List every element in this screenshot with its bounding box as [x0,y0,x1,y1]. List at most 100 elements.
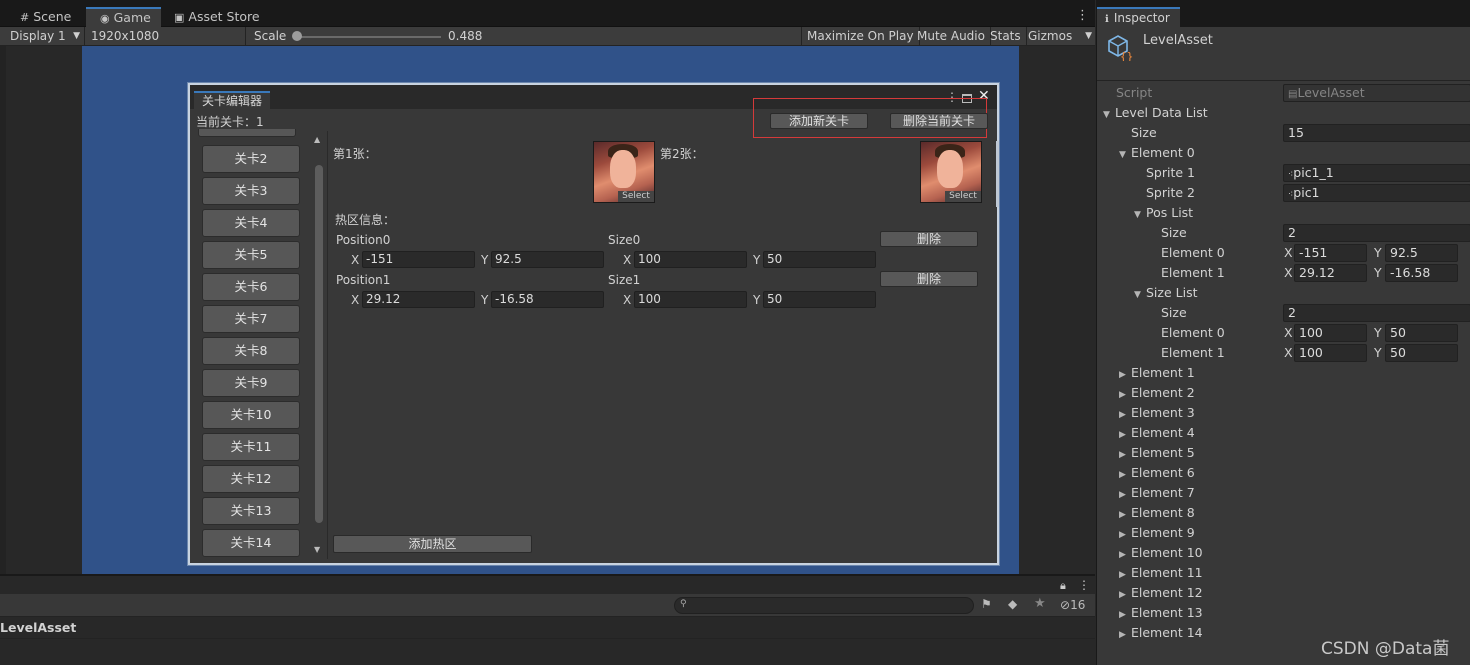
sprite2-field[interactable]: ⁖pic1 [1283,184,1470,202]
pos-element1-x-field[interactable]: 29.12 [1294,264,1367,282]
level-button[interactable]: 关卡5 [202,241,300,269]
level-button[interactable]: 关卡13 [202,497,300,525]
grid-icon: # [20,11,30,24]
position1-y-field[interactable]: -16.58 [491,291,604,308]
stats-toggle[interactable]: Stats [985,27,1027,46]
y-label: Y [1374,265,1382,280]
size1-x-field[interactable]: 100 [634,291,747,308]
pos-list-foldout[interactable]: ▼ Pos List [1134,203,1193,223]
level-button[interactable]: 关卡2 [202,145,300,173]
scroll-up-icon[interactable]: ▲ [314,135,320,144]
level-button[interactable]: 关卡3 [202,177,300,205]
tab-scene[interactable]: # Scene [6,7,81,27]
mute-audio-toggle[interactable]: Mute Audio [912,27,991,46]
y-label: Y [481,253,489,267]
tab-asset-store[interactable]: ▣ Asset Store [160,7,270,27]
collapsed-arrow-icon: ▶ [1119,510,1126,520]
inspector-panel: ℹ Inspector {} LevelAsset Script ▤LevelAs… [1096,0,1470,665]
left-edge [0,46,6,574]
maximize-on-play-toggle[interactable]: Maximize On Play [801,27,920,46]
scale-slider-handle[interactable] [292,31,302,41]
scale-slider-track[interactable] [294,36,441,38]
sprite1-thumbnail[interactable]: Select [593,141,655,203]
tab-game[interactable]: ◉ Game [86,7,161,27]
element-foldout[interactable]: ▶ Element 13 [1119,603,1203,623]
element-foldout[interactable]: ▶ Element 9 [1119,523,1195,543]
pos-element0-label: Element 0 [1161,245,1225,260]
position1-x-field[interactable]: 29.12 [362,291,475,308]
delete-hotspot-button[interactable]: 删除 [880,231,978,247]
size-list-foldout[interactable]: ▼ Size List [1134,283,1197,303]
position0-y-field[interactable]: 92.5 [491,251,604,268]
level-button-partial[interactable] [198,129,296,137]
panel-menu-icon[interactable]: ⋮ [1078,578,1090,592]
pos-element0-x-field[interactable]: -151 [1294,244,1367,262]
element-foldout[interactable]: ▶ Element 11 [1119,563,1203,583]
face [610,150,636,188]
delete-level-button[interactable]: 删除当前关卡 [890,113,988,129]
sprite2-thumbnail[interactable]: Select [920,141,982,203]
level-button[interactable]: 关卡9 [202,369,300,397]
add-level-button[interactable]: 添加新关卡 [770,113,868,129]
scroll-down-icon[interactable]: ▼ [314,545,320,554]
hotspot-label: 热区信息： [335,213,396,227]
size-list-size-field[interactable]: 2 [1283,304,1470,322]
size-element0-x-field[interactable]: 100 [1294,324,1367,342]
tag-icon[interactable]: ◆ [1008,597,1017,611]
element-foldout[interactable]: ▶ Element 5 [1119,443,1195,463]
window-tab[interactable]: 关卡编辑器 [194,91,271,109]
x-label: X [1284,325,1293,340]
element-foldout[interactable]: ▶ Element 8 [1119,503,1195,523]
level-button[interactable]: 关卡8 [202,337,300,365]
level-list-scrollbar[interactable]: ▲ ▼ [314,135,324,555]
level-data-list-foldout[interactable]: ▼ Level Data List [1103,103,1208,123]
level-button[interactable]: 关卡4 [202,209,300,237]
element-foldout[interactable]: ▶ Element 4 [1119,423,1195,443]
pos-element0-y-field[interactable]: 92.5 [1385,244,1458,262]
size0-x-field[interactable]: 100 [634,251,747,268]
sprite1-field[interactable]: ⁖pic1_1 [1283,164,1470,182]
element-foldout[interactable]: ▶ Element 2 [1119,383,1195,403]
size-element1-x-field[interactable]: 100 [1294,344,1367,362]
resolution-dropdown[interactable]: 1920x1080 (1920x1080)▼ [86,27,246,62]
filter-type-icon[interactable]: ⚑ [981,597,992,611]
position0-x-field[interactable]: -151 [362,251,475,268]
element-foldout[interactable]: ▶ Element 1 [1119,363,1195,383]
element0-foldout[interactable]: ▼ Element 0 [1119,143,1195,163]
lock-icon[interactable]: 🔒︎ [1060,579,1066,593]
element-foldout[interactable]: ▶ Element 3 [1119,403,1195,423]
level-button[interactable]: 关卡11 [202,433,300,461]
level-button[interactable]: 关卡6 [202,273,300,301]
display-dropdown[interactable]: Display 1 ▼ [5,27,85,46]
more-menu-icon[interactable]: ⋮ [1076,8,1089,23]
element-foldout[interactable]: ▶ Element 7 [1119,483,1195,503]
select-button[interactable]: Select [618,191,654,202]
search-input[interactable]: ⚲ [674,597,974,614]
element-foldout[interactable]: ▶ Element 10 [1119,543,1203,563]
hidden-packages-toggle[interactable]: ⊘16 [1060,598,1085,612]
scriptable-object-icon: {} [1105,33,1133,63]
tab-inspector[interactable]: ℹ Inspector [1097,7,1180,27]
level-button[interactable]: 关卡12 [202,465,300,493]
collapsed-arrow-icon: ▶ [1119,570,1126,580]
element-foldout[interactable]: ▶ Element 14 [1119,623,1203,643]
element-foldout[interactable]: ▶ Element 12 [1119,583,1203,603]
size1-y-field[interactable]: 50 [763,291,876,308]
element-foldout[interactable]: ▶ Element 6 [1119,463,1195,483]
size-element1-y-field[interactable]: 50 [1385,344,1458,362]
pos-element1-y-field[interactable]: -16.58 [1385,264,1458,282]
size0-y-field[interactable]: 50 [763,251,876,268]
x-label: X [1284,345,1293,360]
list-size-field[interactable]: 15 [1283,124,1470,142]
select-button[interactable]: Select [945,191,981,202]
level-button[interactable]: 关卡7 [202,305,300,333]
pos-list-size-field[interactable]: 2 [1283,224,1470,242]
size-element0-y-field[interactable]: 50 [1385,324,1458,342]
level-button[interactable]: 关卡14 [202,529,300,557]
delete-hotspot-button[interactable]: 删除 [880,271,978,287]
add-hotspot-button[interactable]: 添加热区 [333,535,532,553]
gizmos-dropdown[interactable]: Gizmos ▼ [1023,27,1095,46]
level-button[interactable]: 关卡10 [202,401,300,429]
scroll-thumb[interactable] [315,165,323,523]
star-icon[interactable]: ★ [1034,596,1046,611]
